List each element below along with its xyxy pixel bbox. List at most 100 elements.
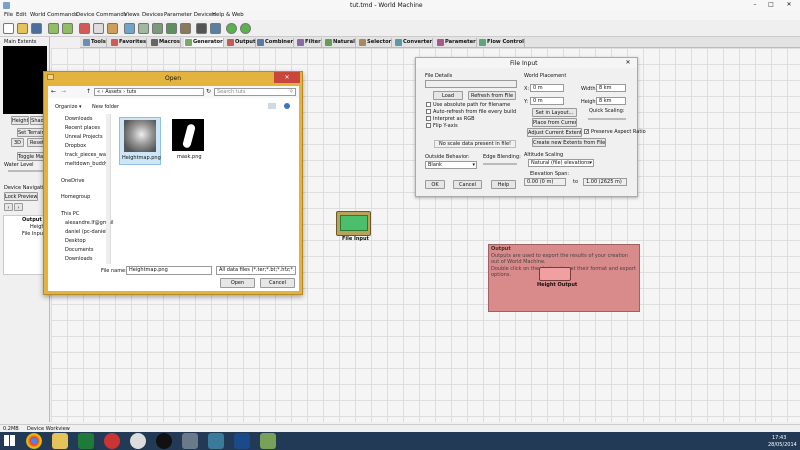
build-area-icon[interactable] [210, 23, 221, 34]
windows-start-icon[interactable] [4, 435, 15, 446]
new-file-icon[interactable] [3, 23, 14, 34]
adjust-extents-button[interactable]: Adjust Current Extents [527, 128, 582, 137]
undo-icon[interactable] [48, 23, 59, 34]
tab-output[interactable]: Output [226, 38, 257, 47]
file-input-ok-button[interactable]: OK [425, 180, 445, 189]
menu-help-web[interactable]: Help & Web [212, 12, 244, 18]
quick-scaling-slider[interactable] [588, 118, 626, 120]
nav-track-pieces[interactable]: track_pieces_wall [65, 152, 109, 158]
nav-homegroup[interactable]: Homegroup [61, 194, 90, 200]
file-input-close-button[interactable]: ✕ [621, 59, 635, 67]
breadcrumb-assets[interactable]: Assets [105, 89, 121, 95]
menu-views[interactable]: Views [124, 12, 140, 18]
tree-item-file-input[interactable]: File Input [22, 231, 45, 237]
preserve-aspect-checkbox[interactable]: ✓ [584, 129, 589, 135]
height-view-button[interactable]: Height [11, 116, 29, 125]
tab-filter[interactable]: Filter [296, 38, 322, 47]
menu-file[interactable]: File [4, 12, 13, 18]
explorer-icon[interactable] [52, 433, 68, 449]
flip-y-checkbox[interactable] [426, 123, 431, 128]
save-icon[interactable] [31, 23, 42, 34]
layout-view-icon[interactable] [138, 23, 149, 34]
tab-tools[interactable]: Tools [82, 38, 107, 47]
x-input[interactable]: 0 m [530, 84, 564, 92]
outside-behavior-select[interactable]: Blank ▾ [425, 161, 477, 169]
nav-this-pc[interactable]: This PC [61, 211, 79, 217]
tab-flow-control[interactable]: Flow Control [478, 38, 525, 47]
tab-favorites[interactable]: Favorites [110, 38, 148, 47]
open-file-icon[interactable] [17, 23, 28, 34]
organize-button[interactable]: Organize ▾ [55, 104, 82, 110]
breadcrumb-tuts[interactable]: tuts [127, 89, 137, 95]
chrome-icon[interactable] [26, 433, 42, 449]
workview-icon[interactable] [124, 23, 135, 34]
tab-natural[interactable]: Natural [324, 38, 356, 47]
copy-icon[interactable] [93, 23, 104, 34]
run-icon[interactable] [240, 23, 251, 34]
breadcrumb-overflow[interactable]: « [97, 89, 100, 95]
set-terrain-button[interactable]: Set Terrain [17, 128, 45, 137]
set-in-layout-button[interactable]: Set in Layout... [532, 108, 577, 117]
tab-macros[interactable]: Macros [150, 38, 181, 47]
nav-onedrive[interactable]: OneDrive [61, 178, 85, 184]
minimize-button[interactable]: – [748, 1, 762, 9]
menu-world-commands[interactable]: World Commands [30, 12, 78, 18]
tab-converter[interactable]: Converter [394, 38, 434, 47]
paste-icon[interactable] [107, 23, 118, 34]
paint-icon[interactable] [260, 433, 276, 449]
stop-icon[interactable] [226, 23, 237, 34]
width-input[interactable]: 8 km [596, 84, 626, 92]
nav-dropbox[interactable]: Dropbox [65, 143, 86, 149]
file-type-select[interactable]: All data files (*.ter;*.bt;*.hfz;*.hf [216, 266, 296, 275]
up-arrow-icon[interactable]: ↑ [86, 88, 91, 95]
altitude-select[interactable]: Natural (file) elevations ▾ [528, 159, 594, 167]
nav-recent-places[interactable]: Recent places [65, 125, 100, 131]
file-input-help-button[interactable]: Help [491, 180, 516, 189]
tab-combiner[interactable]: Combiner [256, 38, 295, 47]
clock-time[interactable]: 17:43 [772, 435, 786, 441]
create-extents-button[interactable]: Create new Extents from File [532, 138, 606, 147]
file-input-node[interactable] [336, 211, 371, 236]
file-path-field[interactable] [425, 80, 517, 88]
auto-refresh-checkbox[interactable] [426, 109, 431, 114]
load-button[interactable]: Load [433, 91, 463, 100]
elevation-from-input[interactable]: 0.00 (0 m) [524, 178, 566, 186]
nav-unreal-projects[interactable]: Unreal Projects [65, 134, 103, 140]
close-button[interactable]: ✕ [780, 1, 798, 9]
cut-icon[interactable] [79, 23, 90, 34]
edge-blending-slider[interactable] [483, 163, 517, 165]
file-input-cancel-button[interactable]: Cancel [453, 180, 482, 189]
nav-daniel-pc[interactable]: daniel (pc-daniel) [65, 229, 109, 235]
nav-forward-button[interactable]: › [14, 203, 23, 211]
elevation-to-input[interactable]: 1.00 (2625 m) [583, 178, 627, 186]
file-item-heightmap[interactable]: Heightmap.png [119, 117, 161, 165]
build-icon[interactable] [196, 23, 207, 34]
map-preview[interactable] [3, 46, 47, 114]
menu-devices[interactable]: Devices [142, 12, 163, 18]
menu-edit[interactable]: Edit [16, 12, 26, 18]
file-name-input[interactable]: Heightmap.png [126, 266, 212, 275]
place-from-current-button[interactable]: Place from Current [532, 118, 577, 127]
photoshop-icon[interactable] [234, 433, 250, 449]
view-options-icon[interactable] [268, 103, 276, 109]
new-folder-button[interactable]: New folder [92, 104, 119, 110]
search-input[interactable]: Search tuts ⚲ [214, 88, 296, 96]
breadcrumb[interactable]: « › Assets › tuts [94, 88, 204, 96]
open-button[interactable]: Open [220, 278, 255, 288]
nav-meltdown[interactable]: meltdown_buddy [65, 161, 108, 167]
nav-downloads[interactable]: Downloads [65, 116, 92, 122]
absolute-path-checkbox[interactable] [426, 102, 431, 107]
file-item-mask[interactable]: mask.png [169, 117, 209, 165]
vivaldi-icon[interactable] [104, 433, 120, 449]
preview-icon[interactable] [166, 23, 177, 34]
refresh-icon[interactable]: ↻ [206, 88, 211, 95]
cancel-button[interactable]: Cancel [260, 278, 295, 288]
height-input[interactable]: 8 km [596, 97, 626, 105]
water-level-slider[interactable] [8, 170, 44, 172]
back-arrow-icon[interactable]: ← [51, 88, 56, 95]
terrain-icon[interactable] [180, 23, 191, 34]
tree-item-output[interactable]: Output [22, 217, 42, 223]
excel-icon[interactable] [78, 433, 94, 449]
unreal-icon[interactable] [130, 433, 146, 449]
menu-parameter-devices[interactable]: Parameter Devices [164, 12, 215, 18]
